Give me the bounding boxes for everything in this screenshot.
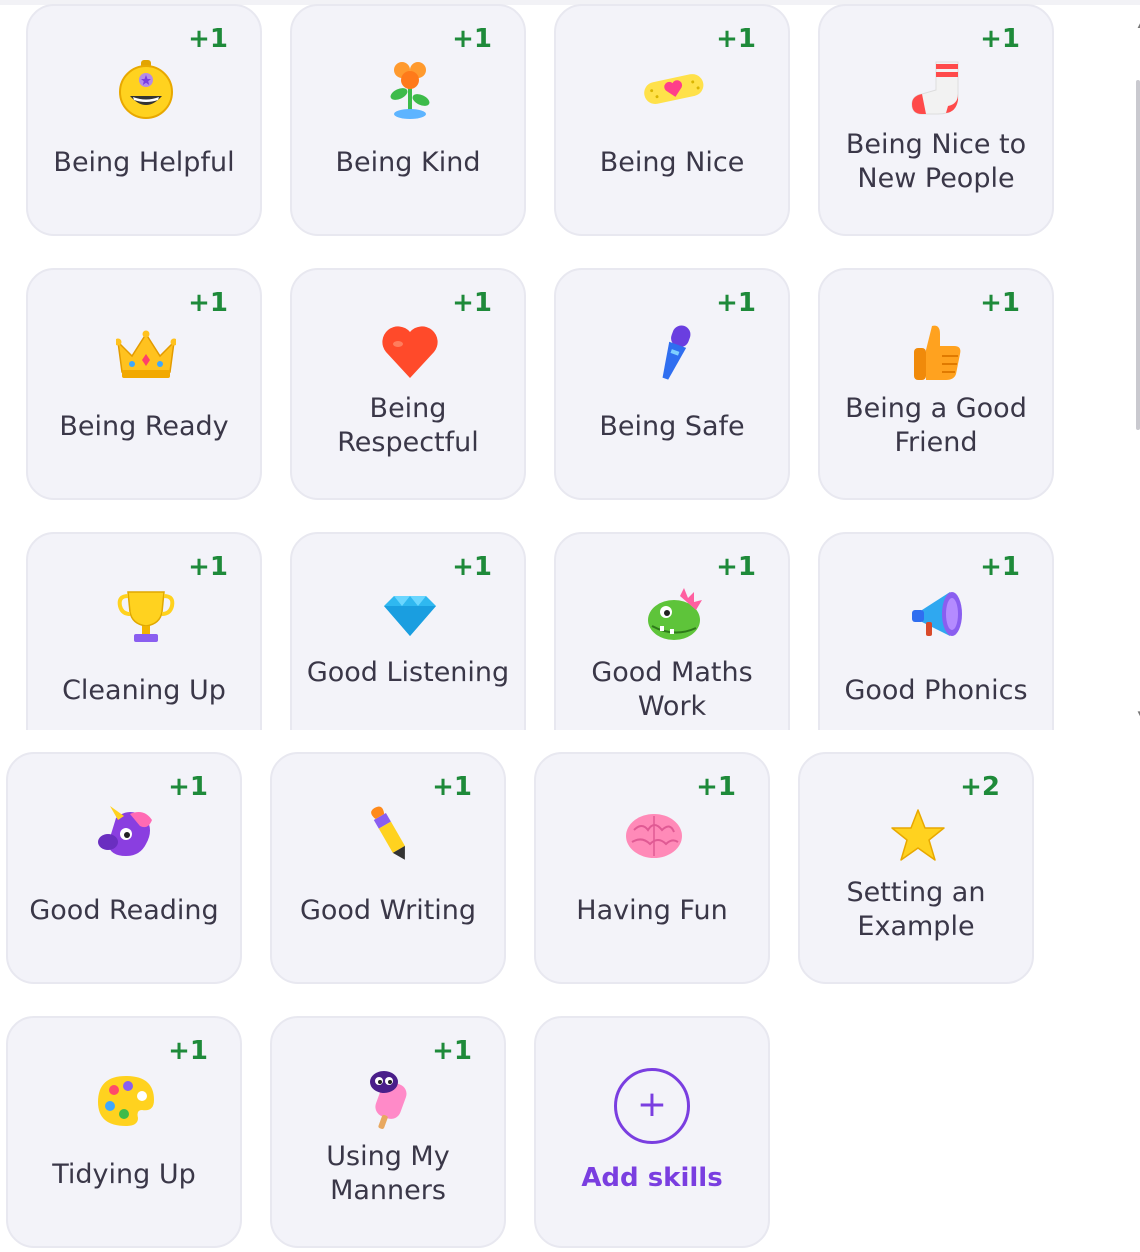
skill-label: Setting an Example	[846, 877, 986, 942]
skill-card-being-safe[interactable]: +1 Being Safe	[554, 268, 790, 500]
brain-icon	[624, 804, 684, 868]
heart-icon	[380, 320, 440, 384]
skill-card-being-ready[interactable]: +1 Being Ready	[26, 268, 262, 500]
skill-label: Good Reading	[29, 895, 219, 926]
skill-points: +1	[188, 288, 228, 318]
skill-points: +1	[716, 552, 756, 582]
skill-card-being-a-good-friend[interactable]: +1 Being a Good Friend	[818, 268, 1054, 500]
skill-label: Being a Good Friend	[845, 393, 1027, 458]
skill-points: +1	[432, 772, 472, 802]
skill-card-good-reading[interactable]: +1 Good Reading	[6, 752, 242, 984]
skill-label: Good Listening	[306, 657, 510, 688]
skill-card-being-nice[interactable]: +1 Being Nice	[554, 4, 790, 236]
skills-grid-lower: +1 Good Reading +1 Good Writing +1 Havin…	[0, 730, 1135, 1252]
skill-label: Cleaning Up	[62, 675, 226, 706]
sock-icon	[908, 56, 968, 120]
skill-label: Good Maths Work	[591, 657, 753, 722]
skill-label: Being Kind	[335, 147, 481, 178]
scroll-up-arrow-icon[interactable]: ▲	[1136, 20, 1140, 32]
skill-card-good-maths-work[interactable]: +1 Good Maths Work	[554, 532, 790, 730]
flower-icon	[380, 56, 440, 120]
megaphone-icon	[908, 584, 968, 648]
skill-points: +1	[980, 552, 1020, 582]
skill-card-being-helpful[interactable]: +1 Being Helpful	[26, 4, 262, 236]
add-skills-label: Add skills	[581, 1163, 723, 1193]
paint-palette-icon	[96, 1068, 156, 1132]
skill-card-using-my-manners[interactable]: +1 Using My Manners	[270, 1016, 506, 1248]
skill-points: +1	[188, 24, 228, 54]
crown-icon	[116, 320, 176, 384]
plus-circle-icon: +	[614, 1068, 690, 1144]
trophy-icon	[116, 584, 176, 648]
microphone-icon	[644, 320, 704, 384]
dinosaur-icon	[644, 584, 704, 648]
thumbs-up-icon	[908, 320, 968, 384]
skill-card-having-fun[interactable]: +1 Having Fun	[534, 752, 770, 984]
skill-points: +1	[696, 772, 736, 802]
skill-label: Tidying Up	[52, 1159, 196, 1190]
pencil-icon	[360, 804, 420, 868]
star-icon	[888, 804, 948, 868]
add-skills-button[interactable]: + Add skills	[534, 1016, 770, 1248]
skill-label: Good Writing	[299, 895, 477, 926]
skill-card-good-listening[interactable]: +1 Good Listening	[290, 532, 526, 730]
skill-card-setting-an-example[interactable]: +2 Setting an Example	[798, 752, 1034, 984]
skill-points: +1	[432, 1036, 472, 1066]
skill-points: +1	[452, 288, 492, 318]
skill-points: +2	[960, 772, 1000, 802]
skill-points: +1	[980, 288, 1020, 318]
skill-card-good-phonics[interactable]: +1 Good Phonics	[818, 532, 1054, 730]
skill-label: Being Helpful	[53, 147, 235, 178]
skill-points: +1	[980, 24, 1020, 54]
skill-label: Good Phonics	[844, 675, 1028, 706]
alarm-clock-smiley-icon	[116, 56, 176, 120]
skill-card-being-kind[interactable]: +1 Being Kind	[290, 4, 526, 236]
skill-card-good-writing[interactable]: +1 Good Writing	[270, 752, 506, 984]
skill-points: +1	[452, 552, 492, 582]
skill-card-being-respectful[interactable]: +1 Being Respectful	[290, 268, 526, 500]
skills-grid-upper: +1 Being Helpful +1 Being Kind +1 Being …	[0, 0, 1135, 730]
diamond-icon	[380, 584, 440, 648]
skill-points: +1	[168, 1036, 208, 1066]
skill-card-cleaning-up[interactable]: +1 Cleaning Up	[26, 532, 262, 730]
scroll-down-arrow-icon[interactable]: ▼	[1136, 708, 1140, 720]
skill-label: Being Respectful	[337, 393, 479, 458]
skill-label: Being Nice to New People	[845, 129, 1027, 194]
bandage-heart-icon	[644, 56, 704, 120]
vertical-scrollbar[interactable]: ▲ ▼	[1136, 20, 1140, 720]
skill-card-being-nice-to-new-people[interactable]: +1 Being Nice to New People	[818, 4, 1054, 236]
skill-points: +1	[188, 552, 228, 582]
skill-label: Being Nice	[599, 147, 745, 178]
unicorn-icon	[96, 804, 156, 868]
skill-label: Using My Manners	[326, 1141, 450, 1206]
skill-points: +1	[168, 772, 208, 802]
ice-lolly-icon	[360, 1068, 420, 1132]
skill-card-tidying-up[interactable]: +1 Tidying Up	[6, 1016, 242, 1248]
skill-points: +1	[452, 24, 492, 54]
skill-label: Being Ready	[59, 411, 229, 442]
skill-label: Being Safe	[599, 411, 745, 442]
skill-label: Having Fun	[576, 895, 728, 926]
skill-points: +1	[716, 24, 756, 54]
scroll-thumb[interactable]	[1136, 80, 1140, 430]
skill-points: +1	[716, 288, 756, 318]
